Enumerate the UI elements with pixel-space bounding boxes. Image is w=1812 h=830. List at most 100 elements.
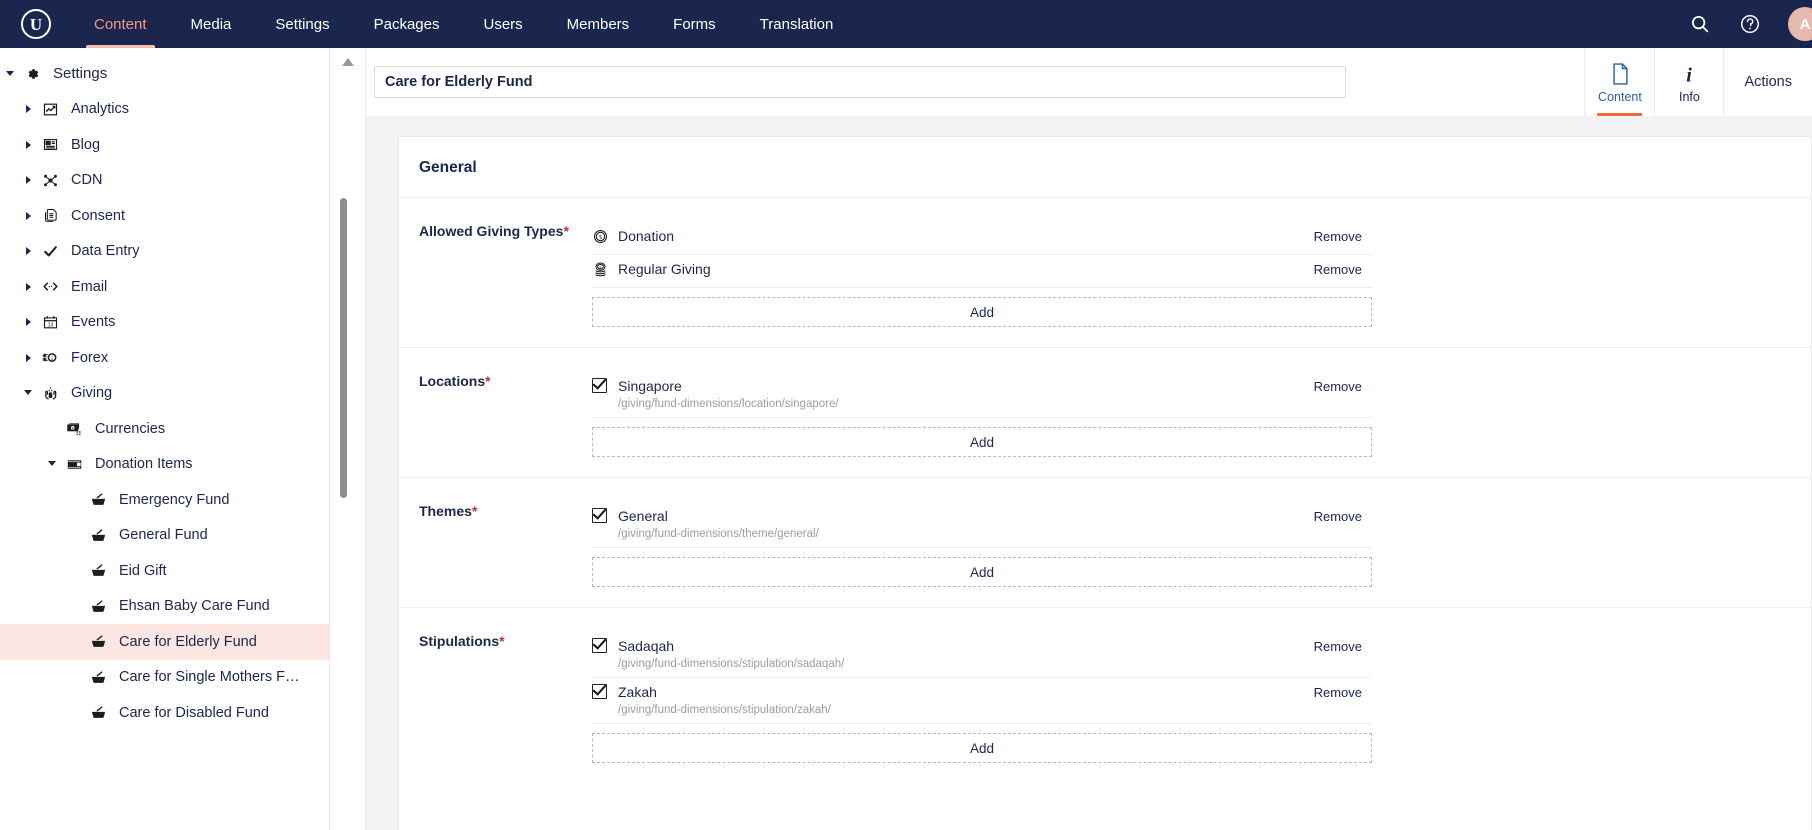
chevron-right-icon[interactable] xyxy=(24,246,34,256)
property-value: Singapore/giving/fund-dimensions/locatio… xyxy=(592,372,1811,457)
list-item-name: Zakah xyxy=(618,684,657,700)
tree-item-forex[interactable]: 1 Forex xyxy=(0,340,329,376)
chevron-right-icon[interactable] xyxy=(24,353,34,363)
tab-content[interactable]: Content xyxy=(1584,48,1654,116)
tree-item-label: General Fund xyxy=(119,527,208,544)
tree-item-analytics[interactable]: Analytics xyxy=(0,92,329,128)
tree-item-label: Currencies xyxy=(95,420,166,437)
tree-item-emergency-fund[interactable]: Emergency Fund xyxy=(0,482,329,518)
remove-button[interactable]: Remove xyxy=(1314,260,1372,277)
caret-spacer xyxy=(72,601,82,611)
help-icon[interactable] xyxy=(1738,12,1762,36)
chevron-right-icon[interactable] xyxy=(24,104,34,114)
tree-item-label: Events xyxy=(71,314,116,331)
property-label-text: Themes xyxy=(419,503,472,519)
list-item-texts: General/giving/fund-dimensions/theme/gen… xyxy=(618,507,1314,541)
tab-label: Content xyxy=(1598,90,1642,104)
property-items: Sadaqah/giving/fund-dimensions/stipulati… xyxy=(592,632,1372,763)
property-label-text: Allowed Giving Types xyxy=(419,223,564,239)
add-button[interactable]: Add xyxy=(592,557,1372,587)
tree-item-email[interactable]: Email xyxy=(0,269,329,305)
tree-item-currencies[interactable]: $ Currencies xyxy=(0,411,329,447)
nav-item-content[interactable]: Content xyxy=(72,0,169,48)
chevron-right-icon[interactable] xyxy=(24,140,34,150)
property-row-themes: Themes* General/giving/fund-dimensions/th… xyxy=(399,478,1811,608)
nav-item-settings[interactable]: Settings xyxy=(253,0,351,48)
tree-item-settings[interactable]: Settings xyxy=(0,56,329,92)
scroll-up-arrow-icon[interactable] xyxy=(342,58,354,66)
editor-scroll-column xyxy=(330,48,366,830)
tree-item-events[interactable]: 14 Events xyxy=(0,305,329,341)
tree-item-label: CDN xyxy=(71,172,103,189)
list-item: $ Regular Giving Remove xyxy=(592,255,1372,288)
nav-item-users[interactable]: Users xyxy=(461,0,544,48)
coin-dollar-icon: $ xyxy=(592,227,618,245)
tree-item-giving[interactable]: Giving xyxy=(0,376,329,412)
add-button[interactable]: Add xyxy=(592,297,1372,327)
tree-item-label: Email xyxy=(71,278,108,295)
editor-scrollbar-thumb[interactable] xyxy=(340,198,347,498)
tree-item-care-for-single-mothers-f[interactable]: Care for Single Mothers F… xyxy=(0,660,329,696)
tree-item-label: Consent xyxy=(71,207,126,224)
tree-item-donation-items[interactable]: Donation Items xyxy=(0,447,329,483)
tree-item-data-entry[interactable]: Data Entry xyxy=(0,234,329,270)
editor-header: Content i Info Actions xyxy=(366,48,1812,116)
list-item-texts: Zakah/giving/fund-dimensions/stipulation… xyxy=(618,683,1314,717)
remove-button[interactable]: Remove xyxy=(1314,227,1372,244)
nav-item-media[interactable]: Media xyxy=(169,0,254,48)
property-label: Stipulations* xyxy=(399,632,592,763)
tree-item-general-fund[interactable]: General Fund xyxy=(0,518,329,554)
network-icon xyxy=(40,172,60,189)
chart-icon xyxy=(40,101,60,118)
remove-button[interactable]: Remove xyxy=(1314,377,1372,394)
checkbox-icon xyxy=(592,683,618,699)
basket-icon xyxy=(88,704,108,721)
property-group-card: General Allowed Giving Types* $ Donation Re… xyxy=(398,136,1812,830)
umbraco-logo[interactable]: U xyxy=(0,9,72,39)
add-button[interactable]: Add xyxy=(592,427,1372,457)
remove-button[interactable]: Remove xyxy=(1314,637,1372,654)
calendar-icon: 14 xyxy=(40,314,60,331)
chevron-right-icon[interactable] xyxy=(24,282,34,292)
tree-item-label: Giving xyxy=(71,385,113,402)
hands-heart-icon xyxy=(40,385,60,402)
search-icon[interactable] xyxy=(1688,12,1712,36)
nav-item-packages[interactable]: Packages xyxy=(352,0,462,48)
tree-item-label: Blog xyxy=(71,136,101,153)
chevron-down-icon[interactable] xyxy=(48,459,58,469)
basket-icon xyxy=(88,669,108,686)
section-nav-list: Content Media Settings Packages Users Members… xyxy=(72,0,855,48)
list-item: Zakah/giving/fund-dimensions/stipulation… xyxy=(592,678,1372,724)
tree-item-cdn[interactable]: CDN xyxy=(0,163,329,199)
list-item-texts: Regular Giving xyxy=(618,260,1314,278)
list-item-name: Regular Giving xyxy=(618,261,711,277)
nav-item-members[interactable]: Members xyxy=(545,0,652,48)
nav-item-translation[interactable]: Translation xyxy=(738,0,856,48)
chevron-down-icon[interactable] xyxy=(6,69,16,79)
nav-item-forms[interactable]: Forms xyxy=(651,0,738,48)
tree-item-eid-gift[interactable]: Eid Gift xyxy=(0,553,329,589)
add-button[interactable]: Add xyxy=(592,733,1372,763)
tree-item-consent[interactable]: Consent xyxy=(0,198,329,234)
tab-info[interactable]: i Info xyxy=(1654,48,1725,116)
remove-button[interactable]: Remove xyxy=(1314,507,1372,524)
svg-text:$: $ xyxy=(600,265,602,269)
tree-item-care-for-elderly-fund[interactable]: Care for Elderly Fund xyxy=(0,624,329,660)
film-icon xyxy=(64,456,84,473)
chevron-right-icon[interactable] xyxy=(24,211,34,221)
check-icon xyxy=(40,243,60,260)
tree-item-ehsan-baby-care-fund[interactable]: Ehsan Baby Care Fund xyxy=(0,589,329,625)
tree-item-care-for-disabled-fund[interactable]: Care for Disabled Fund xyxy=(0,695,329,731)
user-avatar[interactable]: A xyxy=(1788,7,1812,41)
tree-item-label: Donation Items xyxy=(95,456,193,473)
chevron-down-icon[interactable] xyxy=(24,388,34,398)
content-name-input[interactable] xyxy=(374,66,1346,98)
checkbox-icon xyxy=(592,507,618,523)
title-input-wrap xyxy=(366,48,1570,98)
chevron-right-icon[interactable] xyxy=(24,175,34,185)
remove-button[interactable]: Remove xyxy=(1314,683,1372,700)
tree-item-blog[interactable]: Blog xyxy=(0,127,329,163)
chevron-right-icon[interactable] xyxy=(24,317,34,327)
tree-item-label: Data Entry xyxy=(71,243,140,260)
actions-button[interactable]: Actions xyxy=(1724,48,1812,116)
